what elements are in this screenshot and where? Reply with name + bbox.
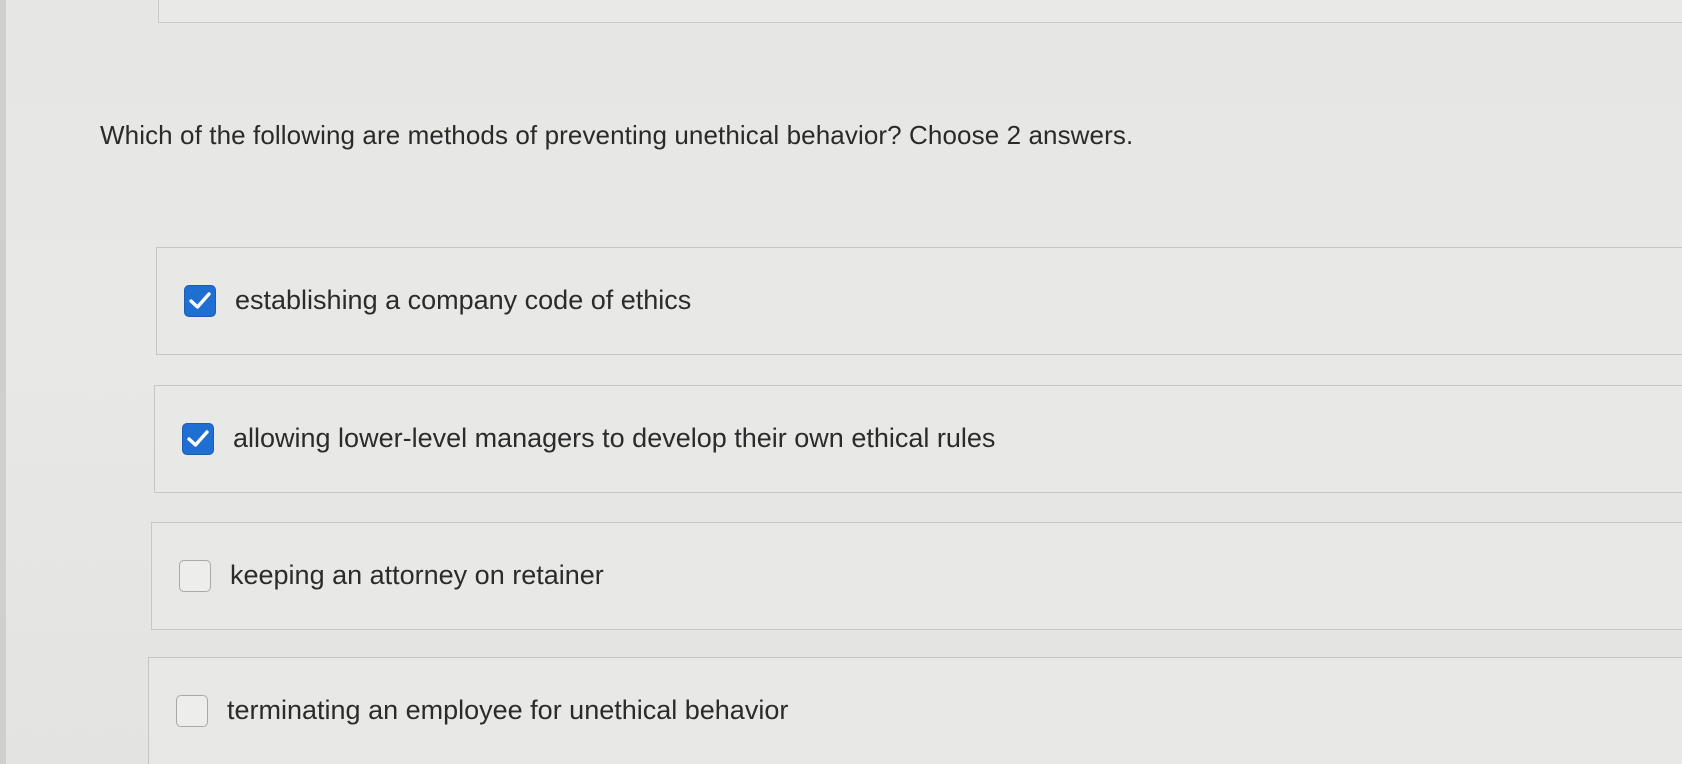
checkmark-icon — [187, 430, 209, 447]
answer-option[interactable]: allowing lower-level managers to develop… — [154, 385, 1682, 493]
answer-checkbox[interactable] — [176, 695, 208, 727]
answer-checkbox[interactable] — [184, 285, 216, 317]
answer-options: establishing a company code of ethics al… — [0, 0, 1682, 764]
answer-label: terminating an employee for unethical be… — [227, 695, 789, 725]
answer-checkbox[interactable] — [182, 423, 214, 455]
answer-label: establishing a company code of ethics — [235, 285, 692, 315]
answer-label: allowing lower-level managers to develop… — [233, 423, 996, 453]
answer-option[interactable]: establishing a company code of ethics — [156, 247, 1682, 355]
answer-checkbox[interactable] — [179, 560, 211, 592]
answer-label: keeping an attorney on retainer — [230, 560, 604, 590]
answer-option[interactable]: terminating an employee for unethical be… — [148, 657, 1682, 764]
answer-option[interactable]: keeping an attorney on retainer — [151, 522, 1682, 630]
checkmark-icon — [189, 292, 211, 309]
